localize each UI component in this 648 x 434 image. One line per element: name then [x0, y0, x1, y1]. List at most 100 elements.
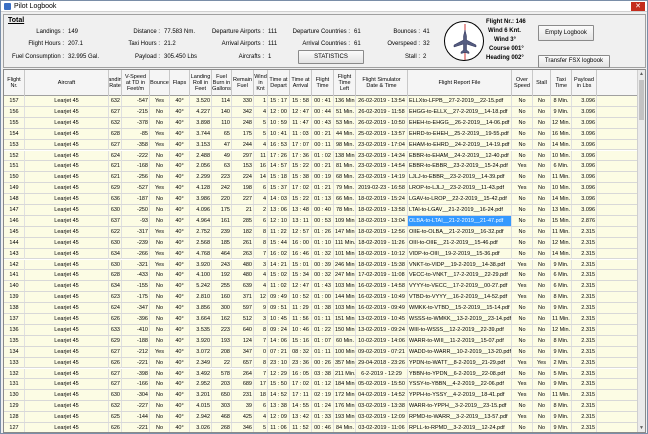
cell-report-file[interactable]: VYYY-to-VECC__17-2-2019__00-27.pdf [408, 281, 512, 292]
cell-report-file[interactable]: YBBN-to-YPDN__6-2-2019__22-08.pdf [408, 368, 512, 379]
column-header-fuel-burn[interactable]: Fuel Burn in Gallons [212, 70, 232, 96]
column-header-aircraft[interactable]: Aircraft [25, 70, 109, 96]
table-row[interactable]: 140 Learjet 45 634 -155 No 40° 5.242 255 639 4 11 … [4, 281, 637, 293]
cell-report-file[interactable]: YPDN-to-WATT__8-2-2019__21-29.pdf [408, 357, 512, 368]
table-row[interactable]: 151 Learjet 45 621 -168 No 40° 2.056 63 153 16 14 … [4, 161, 637, 173]
cell-report-file[interactable]: EBBR-to-EHAM__24-2-2019__12-40.pdf [408, 150, 512, 161]
cell-report-file[interactable]: YPPH-to-YSSY__4-2-2019__18-41.pdf [408, 390, 512, 401]
cell-report-file[interactable]: RPLL-to-RPMD__3-2-2019__12-24.pdf [408, 423, 512, 432]
table-row[interactable]: 152 Learjet 45 624 -222 No 40° 2.488 49 297 11 17 … [4, 150, 637, 162]
cell-report-file[interactable]: RPMD-to-WARR__3-2-2019__13-57.pdf [408, 412, 512, 423]
table-row[interactable]: 149 Learjet 45 629 -527 Yes 40° 4.128 242 198 6 15… [4, 183, 637, 195]
cell-report-file[interactable]: EHRD-to-EHEH__25-2-2019__19-55.pdf [408, 128, 512, 139]
table-row[interactable]: 127 Learjet 45 626 -221 No 40° 3.026 268 346 5 11 … [4, 423, 637, 432]
column-header-stall[interactable]: Stall [533, 70, 551, 96]
table-row[interactable]: 130 Learjet 45 630 -304 No 40° 3.201 650 231 18 14… [4, 390, 637, 402]
table-row[interactable]: 138 Learjet 45 624 -347 No 40° 3.856 300 597 9 09 … [4, 303, 637, 314]
cell-report-file[interactable]: OLBA-to-LTAI__21-2-2019__21-47.pdf [408, 215, 512, 226]
cell-time-left: 79 Min. [335, 183, 356, 194]
column-header-wind[interactable]: Wind in Knt [254, 70, 268, 96]
cell-report-file[interactable]: WADD-to-WARR__10-2-2019__13-20.pdf [408, 346, 512, 357]
cell-aircraft: Learjet 45 [25, 368, 109, 379]
table-row[interactable]: 136 Learjet 45 633 -410 No 40° 3.535 223 640 8 09 … [4, 324, 637, 336]
scroll-up-icon[interactable]: ▲ [638, 70, 645, 78]
table-row[interactable]: 137 Learjet 45 626 -396 No 40° 3.664 162 512 3 10 … [4, 314, 637, 325]
cell-report-file[interactable]: LJLJ-to-EBBR__23-2-2019__14-39.pdf [408, 172, 512, 183]
column-header-time-depart[interactable]: Time at Depart [268, 70, 290, 96]
column-header-bounce[interactable]: Bounce [150, 70, 170, 96]
transfer-fsx-logbook-button[interactable]: Transfer FSX logbook [538, 55, 610, 68]
column-header-v-speed[interactable]: V-Speed at TD in Feet/m [122, 70, 150, 96]
empty-logbook-button[interactable]: Empty Logbook [538, 25, 594, 41]
cell-report-file[interactable]: EHAM-to-EHRD__24-2-2019__14-19.pdf [408, 139, 512, 150]
table-row[interactable]: 139 Learjet 45 623 -175 No 40° 2.810 160 371 12 09… [4, 292, 637, 304]
cell-report-file[interactable]: WSSS-to-WMKK__13-2-2019__23-14.pdf [408, 314, 512, 324]
cell-time-arrival: 17 : 02 [290, 379, 312, 390]
cell-report-file[interactable]: ELLXto-LFPB__27-2-2019__22-15.pdf [408, 96, 512, 106]
table-row[interactable]: 143 Learjet 45 634 -266 Yes 40° 4.768 464 263 7 16… [4, 248, 637, 260]
column-header-landing-rate[interactable]: Landing Rate [109, 70, 122, 96]
table-row[interactable]: 146 Learjet 45 637 -93 No 40° 4.964 161 285 6 12 :… [4, 215, 637, 227]
cell-report-file[interactable]: WARR-to-WIII__11-2-2019__15-07.pdf [408, 335, 512, 346]
cell-time-arrival: 10 : 46 [290, 324, 312, 335]
column-header-payload[interactable]: Payload in Lbs [572, 70, 597, 96]
cell-report-file[interactable]: OIII-to-OIIE__21-2-2019__15-46.pdf [408, 237, 512, 248]
column-header-landing-roll[interactable]: Landing Roll in Feet [190, 70, 212, 96]
cell-report-file[interactable]: VECC-to-VNKT__17-2-2019__22-29.pdf [408, 270, 512, 281]
scroll-down-icon[interactable]: ▼ [638, 424, 645, 432]
table-row[interactable]: 132 Learjet 45 627 -398 No 40° 3.492 578 264 7 12 … [4, 368, 637, 380]
table-row[interactable]: 154 Learjet 45 628 -85 Yes 40° 3.744 65 175 5 10 :… [4, 128, 637, 140]
logbook-table[interactable]: Flight Nr.AircraftLanding RateV-Speed at… [3, 69, 646, 433]
column-header-flight-nr[interactable]: Flight Nr. [4, 70, 25, 96]
cell-fuel-burn: 268 [212, 423, 232, 432]
vertical-scrollbar[interactable]: ▲ ▼ [637, 70, 645, 432]
cell-report-file[interactable]: LTAI-to-LGAV__21-2-2019__16-24.pdf [408, 205, 512, 215]
column-header-time-arrival[interactable]: Time at Arrival [290, 70, 312, 96]
table-row[interactable]: 133 Learjet 45 626 -221 No 40° 2.349 22 657 8 23 :… [4, 357, 637, 369]
table-row[interactable]: 156 Learjet 45 627 -215 No 40° 4.227 140 342 4 12 … [4, 106, 637, 118]
table-row[interactable]: 155 Learjet 45 632 -378 No 40° 3.898 110 248 5 10 … [4, 117, 637, 129]
table-row[interactable]: 134 Learjet 45 627 -212 Yes 40° 3.072 208 347 0 07… [4, 346, 637, 358]
column-header-remain-fuel[interactable]: Remain Fuel [232, 70, 254, 96]
table-row[interactable]: 153 Learjet 45 627 -358 Yes 40° 3.153 47 244 4 16 … [4, 139, 637, 151]
cell-report-file[interactable]: LROP-to-LJLJ__23-2-2019__11-43.pdf [408, 183, 512, 194]
table-row[interactable]: 135 Learjet 45 629 -188 No 40° 3.920 193 124 7 14 … [4, 335, 637, 347]
column-header-sim-datetime[interactable]: Flight Simulator Date & Time [356, 70, 408, 96]
cell-report-file[interactable]: WIII-to-WSSS__12-2-2019__22-39.pdf [408, 324, 512, 335]
table-row[interactable]: 148 Learjet 45 636 -187 No 40° 3.986 220 227 4 14 … [4, 194, 637, 205]
column-header-flaps[interactable]: Flaps [170, 70, 190, 96]
column-header-flight-time[interactable]: Flight Time [312, 70, 334, 96]
cell-report-file[interactable]: VNKT-to-VIDP__19-2-2019__14-38.pdf [408, 259, 512, 270]
cell-report-file[interactable]: VIDP-to-OIII__19-2-2019__15-36.pdf [408, 248, 512, 259]
table-row[interactable]: 141 Learjet 45 628 -433 No 40° 4.100 192 480 4 15 … [4, 270, 637, 282]
cell-report-file[interactable]: WARR-to-YPPH__3-2-2019__23-15.pdf [408, 401, 512, 412]
cell-report-file[interactable]: EHGG-to-ELLX__27-2-2019__14-18.pdf [408, 106, 512, 117]
scroll-thumb[interactable] [639, 80, 644, 120]
cell-report-file[interactable]: WMKK-to-VTBD__15-2-2019__15-14.pdf [408, 303, 512, 314]
table-row[interactable]: 128 Learjet 45 625 -144 No 40° 2.942 468 425 4 12 … [4, 412, 637, 423]
cell-report-file[interactable]: EBBR-to-EBBR__23-2-2019__15-24.pdf [408, 161, 512, 172]
column-header-taxi-time[interactable]: Taxi Time [551, 70, 572, 96]
table-row[interactable]: 144 Learjet 45 630 -239 No 40° 2.568 185 261 8 15 … [4, 237, 637, 249]
cell-time-arrival: 12 : 57 [290, 226, 312, 237]
cell-report-file[interactable]: VTBD-to-VYYY__16-2-2019__14-52.pdf [408, 292, 512, 303]
table-row[interactable]: 147 Learjet 45 630 -250 No 40° 4.096 175 21 2 13 :… [4, 205, 637, 216]
cell-flight-time: 01 : 12 [312, 379, 334, 390]
cell-report-file[interactable]: YSSY-to-YBBN__4-2-2019__22-06.pdf [408, 379, 512, 390]
table-row[interactable]: 145 Learjet 45 622 -317 Yes 40° 2.752 239 182 8 11… [4, 226, 637, 238]
close-button[interactable]: ✕ [631, 2, 645, 11]
cell-stall: No [533, 226, 551, 237]
statistics-button[interactable]: STATISTICS [298, 50, 364, 64]
table-row[interactable]: 129 Learjet 45 632 -227 No 40° 4.015 303 39 6 13 :… [4, 401, 637, 413]
column-header-report-file[interactable]: Flight Report File [408, 70, 512, 96]
table-row[interactable]: 150 Learjet 45 621 -256 No 40° 2.299 223 224 14 15… [4, 172, 637, 184]
column-header-overspeed[interactable]: Over Speed [512, 70, 533, 96]
cell-report-file[interactable]: EHEH-to-EHGG__26-2-2019__14-06.pdf [408, 117, 512, 128]
cell-report-file[interactable]: LGAV-to-LROP__22-2-2019__15-42.pdf [408, 194, 512, 205]
table-row[interactable]: 142 Learjet 45 630 -321 Yes 40° 3.920 243 480 3 14… [4, 259, 637, 271]
table-row[interactable]: 157 Learjet 45 632 -547 Yes 40° 3.520 114 330 1 15… [4, 96, 637, 107]
table-row[interactable]: 131 Learjet 45 627 -166 No 40° 2.952 203 689 17 15… [4, 379, 637, 391]
compass-icon [444, 21, 484, 61]
column-header-time-left[interactable]: Flight Time Left [334, 70, 356, 96]
cell-report-file[interactable]: OIIE-to-OLBA__21-2-2019__16-32.pdf [408, 226, 512, 237]
